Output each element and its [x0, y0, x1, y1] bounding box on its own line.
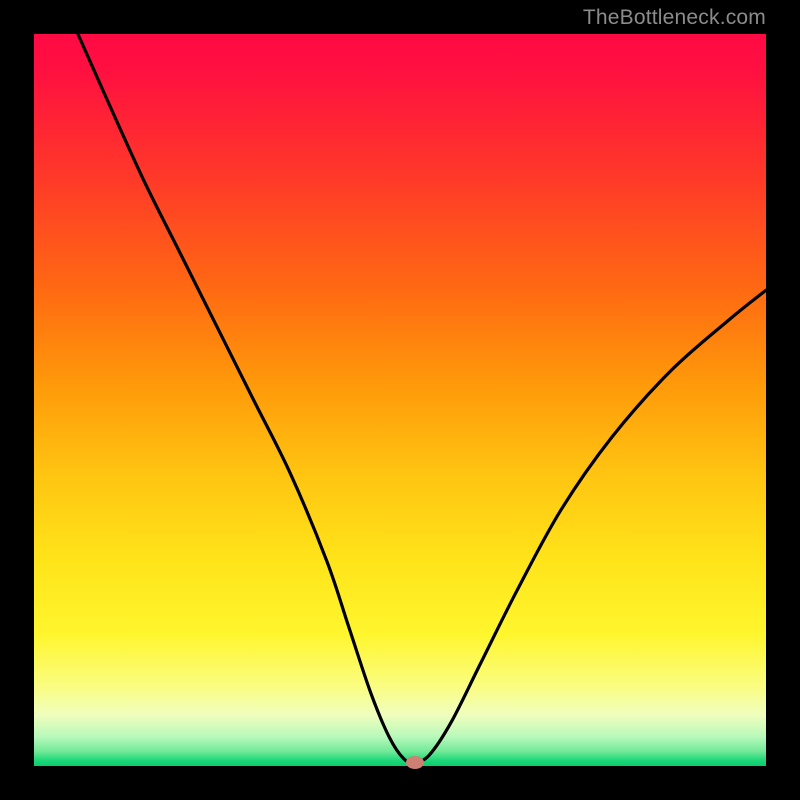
chart-container: TheBottleneck.com: [0, 0, 800, 800]
curve-svg: [34, 34, 766, 766]
bottleneck-curve: [78, 34, 766, 763]
minimum-marker: [406, 756, 424, 769]
plot-area: [34, 34, 766, 766]
watermark: TheBottleneck.com: [583, 6, 766, 30]
